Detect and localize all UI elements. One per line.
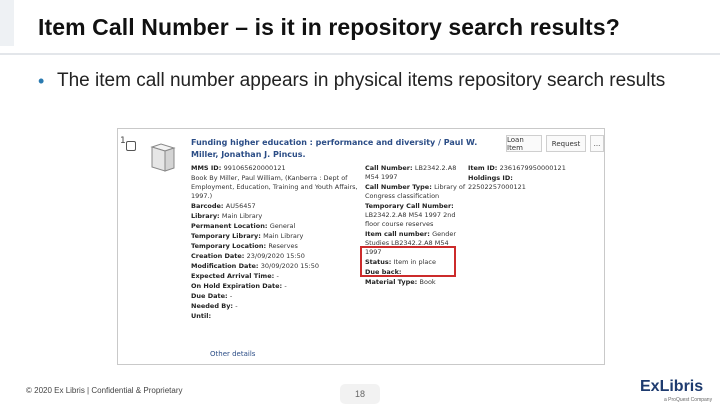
slide-left-accent: [0, 0, 14, 46]
slide-title: Item Call Number – is it in repository s…: [38, 14, 620, 40]
title-divider: [0, 53, 720, 55]
record-field: Book By Miller, Paul William, (Kanberra …: [191, 174, 361, 201]
field-label: Temporary Location:: [191, 242, 269, 250]
field-label: Until:: [191, 312, 212, 320]
field-value: Main Library: [263, 232, 304, 240]
field-value: General: [269, 222, 296, 230]
field-label: Expected Arrival Time:: [191, 272, 277, 280]
field-value: -: [235, 302, 238, 310]
record-field: Expected Arrival Time: -: [191, 272, 361, 281]
bullet-dot-icon: •: [38, 71, 45, 91]
record-title-link[interactable]: Funding higher education : performance a…: [191, 137, 491, 161]
record-field: MMS ID: 991065620000121: [191, 164, 361, 173]
field-value: 22502257000121: [468, 183, 526, 191]
field-label: On Hold Expiration Date:: [191, 282, 285, 290]
field-label: Creation Date:: [191, 252, 247, 260]
page-number: 18: [340, 384, 380, 404]
record-field: Material Type: Book: [365, 278, 467, 287]
field-value: -: [284, 282, 287, 290]
record-field: Library: Main Library: [191, 212, 361, 221]
field-label: MMS ID:: [191, 164, 224, 172]
record-select-checkbox[interactable]: [126, 141, 136, 151]
field-value: 2361679950000121: [499, 164, 566, 172]
field-value: AU56457: [225, 202, 256, 210]
field-label: Item ID:: [468, 164, 500, 172]
field-label: Barcode:: [191, 202, 226, 210]
field-value: Book By Miller, Paul William, (Kanberra …: [191, 174, 358, 200]
logo-subtext: a ProQuest Company: [664, 397, 713, 403]
field-value: -: [276, 272, 279, 280]
record-field: Until:: [191, 312, 361, 321]
field-value: Book: [419, 278, 436, 286]
logo-text: ExLibris: [640, 378, 704, 395]
field-label: Modification Date:: [191, 262, 261, 270]
field-label: Temporary Library:: [191, 232, 264, 240]
record-field: Creation Date: 23/09/2020 15:50: [191, 252, 361, 261]
book-icon: [150, 143, 176, 172]
field-label: Material Type:: [365, 278, 420, 286]
record-field: Item ID: 2361679950000121: [468, 164, 568, 173]
field-label: Temporary Call Number:: [365, 202, 454, 210]
copyright-footer: © 2020 Ex Libris | Confidential & Propri…: [26, 386, 183, 395]
bullet-item: • The item call number appears in physic…: [38, 68, 698, 94]
field-value: Reserves: [268, 242, 298, 250]
field-value: 30/09/2020 15:50: [260, 262, 319, 270]
record-field: Temporary Location: Reserves: [191, 242, 361, 251]
record-field: Barcode: AU56457: [191, 202, 361, 211]
record-field: Holdings ID: 22502257000121: [468, 174, 568, 192]
field-value: Main Library: [221, 212, 263, 220]
field-value: -: [229, 292, 233, 300]
field-label: Holdings ID:: [468, 174, 513, 182]
record-field: Due Date: -: [191, 292, 361, 301]
record-field: Call Number: LB2342.2.A8 M54 1997: [365, 164, 467, 182]
record-field: On Hold Expiration Date: -: [191, 282, 361, 291]
record-fields-right: Item ID: 2361679950000121 Holdings ID: 22…: [468, 164, 568, 193]
more-actions-button[interactable]: ...: [590, 135, 604, 152]
record-field: Modification Date: 30/09/2020 15:50: [191, 262, 361, 271]
loan-item-button[interactable]: Loan Item: [506, 135, 542, 152]
record-field: Temporary Call Number: LB2342.2.A8 M54 1…: [365, 202, 467, 229]
bullet-text: The item call number appears in physical…: [57, 70, 666, 91]
field-label: Permanent Location:: [191, 222, 270, 230]
field-value: LB2342.2.A8 M54 1997 2nd floor course re…: [365, 211, 456, 228]
field-label: Needed By:: [191, 302, 236, 310]
item-call-number-highlight: [360, 246, 456, 277]
exlibris-logo: ExLibris a ProQuest Company: [640, 378, 714, 404]
record-field: Permanent Location: General: [191, 222, 361, 231]
field-label: Due Date:: [191, 292, 230, 300]
field-value: 23/09/2020 15:50: [246, 252, 305, 260]
record-number: 1: [120, 136, 126, 146]
field-label: Library:: [191, 212, 222, 220]
field-label: Call Number:: [365, 164, 415, 172]
record-field: Needed By: -: [191, 302, 361, 311]
search-result-screenshot: 1 Funding higher education : performance…: [117, 128, 605, 365]
other-details-link[interactable]: Other details: [210, 350, 255, 358]
record-fields-left: MMS ID: 991065620000121 Book By Miller, P…: [191, 164, 361, 322]
field-label: Call Number Type:: [365, 183, 435, 191]
record-field: Call Number Type: Library of Congress cl…: [365, 183, 467, 201]
field-value: 991065620000121: [223, 164, 286, 172]
record-field: Temporary Library: Main Library: [191, 232, 361, 241]
field-label: Item call number:: [365, 230, 433, 238]
request-button[interactable]: Request: [546, 135, 586, 152]
